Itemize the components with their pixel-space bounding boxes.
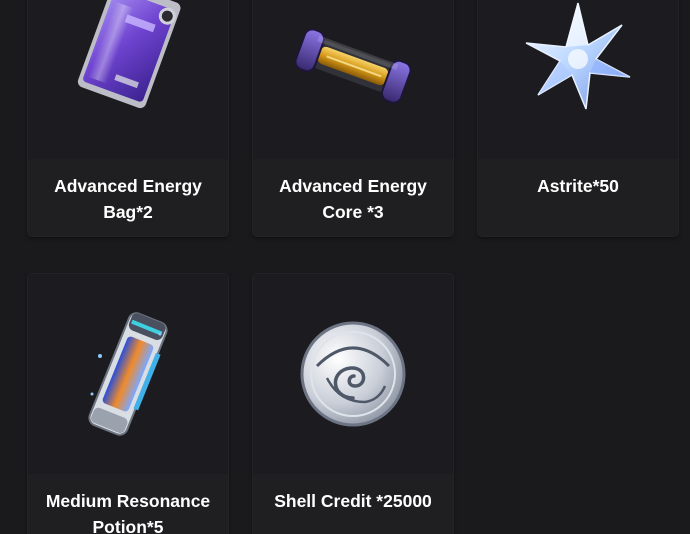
reward-item-name: Astrite*50 [478, 159, 678, 236]
resonance-potion-icon [88, 312, 168, 436]
astrite-crystal-icon [525, 2, 631, 110]
reward-card-image [28, 0, 228, 159]
reward-item-name: Advanced Energy Core *3 [253, 159, 453, 236]
reward-card-astrite[interactable]: Astrite*50 [478, 0, 678, 236]
reward-card-medium-resonance-potion[interactable]: Medium Resonance Potion*5 [28, 274, 228, 534]
reward-card-image [253, 274, 453, 474]
reward-card-advanced-energy-core[interactable]: Advanced Energy Core *3 [253, 0, 453, 236]
reward-card-shell-credit[interactable]: Shell Credit *25000 [253, 274, 453, 534]
energy-core-capsule-icon [294, 28, 412, 104]
reward-card-advanced-energy-bag[interactable]: Advanced Energy Bag*2 [28, 0, 228, 236]
reward-card-image [478, 0, 678, 159]
reward-card-image [253, 0, 453, 159]
shell-credit-coin-icon [300, 321, 406, 427]
reward-item-name: Medium Resonance Potion*5 [28, 474, 228, 534]
reward-card-image [28, 274, 228, 474]
reward-item-name: Advanced Energy Bag*2 [28, 159, 228, 236]
reward-grid: Advanced Energy Bag*2 Advanced Energy Co… [0, 0, 690, 534]
purple-energy-bag-icon [77, 0, 181, 109]
reward-item-name: Shell Credit *25000 [253, 474, 453, 534]
